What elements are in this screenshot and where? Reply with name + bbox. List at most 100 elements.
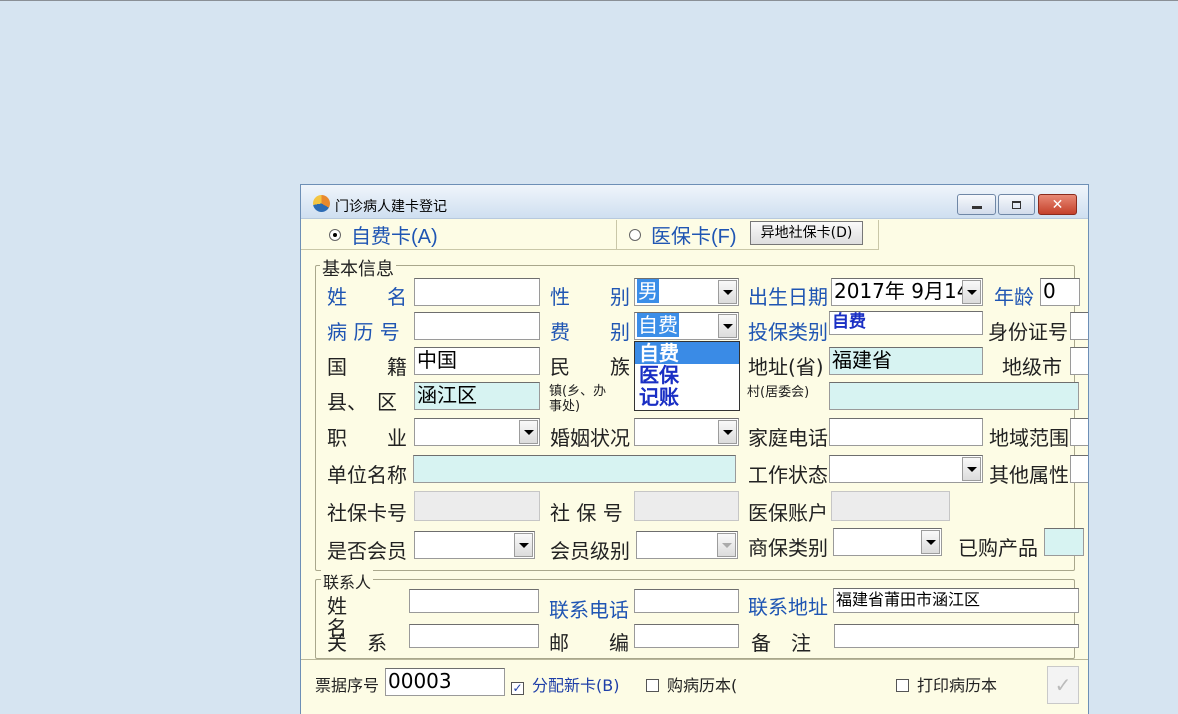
contact-name-input[interactable] [409,589,539,613]
relation-label: 关 系 [327,631,387,655]
unit-name-input[interactable] [413,455,736,483]
chevron-down-icon[interactable] [718,420,737,444]
ss-card-label: 社保卡号 [327,501,407,525]
receipt-no-input[interactable]: 00003 [385,668,505,696]
county-input[interactable]: 涵江区 [414,382,540,410]
contact-address-label: 联系地址 [748,595,828,619]
ss-no-label: 社 保 号 [550,501,623,525]
fee-type-label: 费 别 [550,320,630,344]
occupation-label: 职 业 [327,426,407,450]
region-input[interactable] [1070,418,1088,446]
record-no-input[interactable] [414,312,540,340]
work-status-select[interactable] [829,455,983,483]
title-bar[interactable]: 门诊病人建卡登记 ✕ [301,185,1088,219]
note-input[interactable] [834,624,1079,648]
checkbox-unchecked-icon [646,679,659,692]
age-input[interactable]: 0 [1040,278,1080,306]
province-input[interactable]: 福建省 [829,347,983,375]
other-attr-input[interactable] [1070,455,1088,483]
marriage-select[interactable] [634,418,739,446]
remote-social-card-button[interactable]: 异地社保卡(D) [750,221,863,245]
close-button[interactable]: ✕ [1038,194,1077,215]
nation-label: 国 籍 [327,355,407,379]
dropdown-option[interactable]: 自费 [635,342,739,364]
contact-phone-input[interactable] [634,589,739,613]
window-title: 门诊病人建卡登记 [335,199,447,215]
fee-type-select[interactable]: 自费 [634,312,739,340]
zip-label: 邮 编 [549,631,629,655]
unit-name-label: 单位名称 [327,463,407,487]
registration-window: 门诊病人建卡登记 ✕ 自费卡(A) 医保卡(F) 异地社保卡(D) 基本信息 姓… [300,184,1089,714]
name-input[interactable] [414,278,540,306]
buy-record-book-checkbox[interactable]: 购病历本( [646,672,737,696]
commercial-insurance-label: 商保类别 [748,536,828,560]
address-province-label: 地址(省) [748,355,824,379]
chevron-down-icon[interactable] [718,280,737,304]
basic-info-legend: 基本信息 [320,255,396,281]
record-no-label: 病 历 号 [327,320,400,344]
chevron-down-icon[interactable] [519,420,538,444]
print-record-book-checkbox[interactable]: 打印病历本 [896,672,997,696]
restore-icon [1012,200,1021,209]
nation-input[interactable]: 中国 [414,347,540,375]
receipt-no-label: 票据序号 [315,676,380,695]
village-input[interactable] [829,382,1079,410]
contact-phone-label: 联系电话 [549,598,629,622]
print-record-book-label: 打印病历本 [917,676,998,695]
county-label: 县、 区 [327,390,397,414]
chevron-down-icon[interactable] [717,533,736,557]
contact-address-input[interactable]: 福建省莆田市涵江区 [833,588,1079,613]
fee-type-dropdown-list[interactable]: 自费 医保 记账 [634,341,740,411]
confirm-button[interactable]: ✓ [1047,666,1079,704]
city-input[interactable] [1070,347,1088,375]
home-phone-input[interactable] [829,418,983,446]
region-label: 地域范围 [989,426,1069,450]
birth-date-value: 2017年 9月14 [834,279,970,303]
commercial-insurance-select[interactable] [833,528,942,556]
dropdown-option[interactable]: 记账 [635,386,739,408]
radio-unchecked-icon [629,228,641,241]
self-pay-label: 自费卡(A) [351,226,438,248]
occupation-select[interactable] [414,418,540,446]
city-label: 地级市 [1002,355,1062,379]
restore-button[interactable] [998,194,1035,215]
town-label: 镇(乡、办事处) [549,384,607,414]
member-level-select[interactable] [636,531,738,559]
birth-label: 出生日期 [748,285,828,309]
minimize-button[interactable] [957,194,996,215]
checkbox-checked-icon: ✓ [511,681,524,695]
birth-date-picker[interactable]: 2017年 9月14 [831,278,983,306]
village-label: 村(居委会) [747,385,810,400]
zip-input[interactable] [634,624,739,648]
ethnic-label: 民 族 [550,355,630,379]
chevron-down-icon[interactable] [962,457,981,481]
med-account-input[interactable] [831,491,950,521]
dropdown-option[interactable]: 医保 [635,364,739,386]
assign-new-card-checkbox[interactable]: ✓ 分配新卡(B) [511,672,619,696]
chevron-down-icon[interactable] [962,280,981,304]
insure-type-input[interactable]: 自费 [829,311,983,335]
work-status-label: 工作状态 [748,463,828,487]
relation-input[interactable] [409,624,539,648]
chevron-down-icon[interactable] [514,533,533,557]
home-phone-label: 家庭电话 [748,426,828,450]
gender-select[interactable]: 男 [634,278,739,306]
member-level-label: 会员级别 [550,539,630,563]
ss-card-input[interactable] [414,491,540,521]
contact-legend: 联系人 [321,569,374,593]
med-account-label: 医保账户 [748,501,828,525]
chevron-down-icon[interactable] [718,314,737,338]
close-icon: ✕ [1051,196,1064,213]
marriage-label: 婚姻状况 [550,426,630,450]
purchased-label: 已购产品 [958,536,1038,560]
member-select[interactable] [414,531,535,559]
chevron-down-icon[interactable] [921,530,940,554]
minimize-icon [971,206,982,209]
checkbox-unchecked-icon [896,679,909,692]
self-pay-radio[interactable]: 自费卡(A) [301,220,617,250]
id-card-input[interactable] [1070,312,1088,340]
note-label: 备 注 [751,631,811,655]
insurance-card-label: 医保卡(F) [651,226,737,248]
ss-no-input[interactable] [634,491,739,521]
purchased-input[interactable] [1044,528,1084,556]
